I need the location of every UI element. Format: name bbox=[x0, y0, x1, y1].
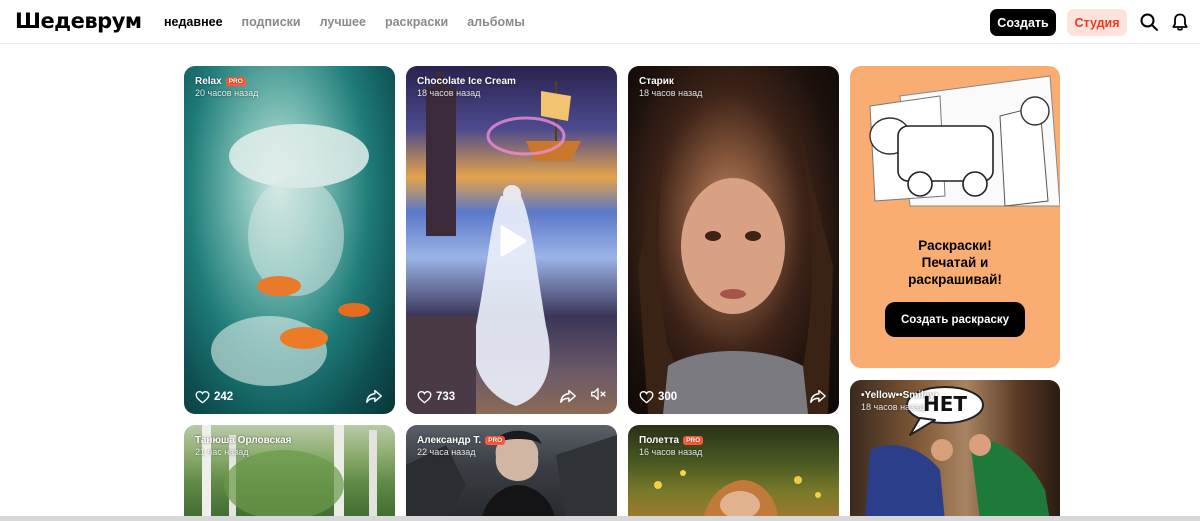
top-header: Шедеврум недавнее подписки лучшее раскра… bbox=[0, 0, 1200, 44]
share-icon[interactable] bbox=[809, 387, 827, 405]
card-author[interactable]: Полетта PRO bbox=[639, 435, 704, 446]
card-artwork bbox=[638, 126, 833, 414]
nav-coloring[interactable]: раскраски bbox=[385, 15, 448, 29]
author-name[interactable]: Chocolate Ice Cream bbox=[417, 76, 516, 87]
coloring-promo-card[interactable]: Раскраски! Печатай и раскрашивай! Создат… bbox=[850, 66, 1060, 368]
card-author[interactable]: Александр Т. PRO bbox=[417, 435, 506, 446]
card-time: 20 часов назад bbox=[195, 88, 259, 98]
create-coloring-button[interactable]: Создать раскраску bbox=[885, 302, 1025, 337]
search-icon[interactable] bbox=[1139, 12, 1159, 32]
play-icon[interactable] bbox=[498, 224, 528, 258]
card-author[interactable]: Танюша Орловская bbox=[195, 435, 292, 446]
card-time: 16 часов назад bbox=[639, 447, 703, 457]
feed-card[interactable]: Старик 18 часов назад 300 bbox=[628, 66, 839, 414]
site-logo[interactable]: Шедеврум bbox=[15, 9, 142, 33]
studio-button[interactable]: Студия bbox=[1067, 9, 1127, 36]
pro-badge: PRO bbox=[683, 436, 704, 445]
like-button[interactable]: 300 bbox=[639, 390, 677, 404]
heart-icon bbox=[639, 390, 654, 404]
promo-title-line: Раскраски! bbox=[918, 238, 992, 253]
promo-title-line: раскрашивай! bbox=[908, 272, 1002, 287]
author-name[interactable]: Танюша Орловская bbox=[195, 435, 292, 446]
feed-card[interactable]: Полетта PRO 16 часов назад bbox=[628, 425, 839, 521]
heart-icon bbox=[195, 390, 210, 404]
share-icon[interactable] bbox=[365, 387, 383, 405]
card-artwork bbox=[211, 124, 370, 386]
nav-best[interactable]: лучшее bbox=[320, 15, 366, 29]
share-icon[interactable] bbox=[559, 387, 577, 405]
nav-albums[interactable]: альбомы bbox=[467, 15, 525, 29]
author-name[interactable]: Старик bbox=[639, 76, 674, 87]
coloring-artwork bbox=[869, 75, 1060, 207]
nav-subscriptions[interactable]: подписки bbox=[242, 15, 301, 29]
card-time: 22 часа назад bbox=[417, 447, 476, 457]
card-author[interactable]: Relax PRO bbox=[195, 76, 246, 87]
card-time: 18 часов назад bbox=[639, 88, 703, 98]
bell-icon[interactable] bbox=[1170, 12, 1190, 32]
author-name[interactable]: Полетта bbox=[639, 435, 679, 446]
mute-icon[interactable] bbox=[589, 385, 607, 403]
main-nav: недавнее подписки лучшее раскраски альбо… bbox=[164, 15, 544, 29]
like-count: 300 bbox=[658, 391, 678, 403]
card-time: 21 час назад bbox=[195, 447, 249, 457]
create-button[interactable]: Создать bbox=[990, 9, 1056, 36]
feed-card[interactable]: Relax PRO 20 часов назад 242 bbox=[184, 66, 395, 414]
promo-title-line: Печатай и bbox=[921, 255, 989, 270]
author-name[interactable]: Александр Т. bbox=[417, 435, 481, 446]
like-button[interactable]: 242 bbox=[195, 390, 233, 404]
author-name[interactable]: Relax bbox=[195, 76, 222, 87]
card-author[interactable]: Старик bbox=[639, 76, 674, 87]
feed-card[interactable]: •Yellow••Smiley• 18 часов назад НЕТ bbox=[850, 380, 1060, 521]
nav-recent[interactable]: недавнее bbox=[164, 15, 223, 29]
pro-badge: PRO bbox=[485, 436, 506, 445]
like-button[interactable]: 733 bbox=[417, 390, 455, 404]
card-time: 18 часов назад bbox=[417, 88, 481, 98]
feed-card[interactable]: Chocolate Ice Cream 18 часов назад 733 bbox=[406, 66, 617, 414]
speech-bubble-text: НЕТ bbox=[922, 392, 968, 416]
feed-card[interactable]: Танюша Орловская 21 час назад bbox=[184, 425, 395, 521]
feed-card[interactable]: Александр Т. PRO 22 часа назад bbox=[406, 425, 617, 521]
like-count: 242 bbox=[214, 391, 234, 403]
promo-title: Раскраски! Печатай и раскрашивай! bbox=[850, 237, 1060, 288]
pro-badge: PRO bbox=[225, 77, 246, 86]
heart-icon bbox=[417, 390, 432, 404]
like-count: 733 bbox=[436, 391, 456, 403]
card-author[interactable]: Chocolate Ice Cream bbox=[417, 76, 516, 87]
horizontal-scrollbar[interactable] bbox=[0, 516, 1200, 521]
card-time: 18 часов назад bbox=[861, 402, 925, 412]
